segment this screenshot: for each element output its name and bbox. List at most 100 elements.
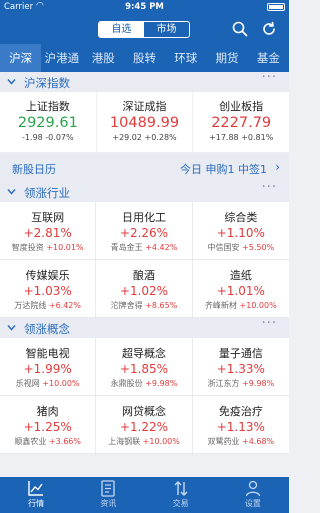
tab-futures[interactable]: 期货 [206, 44, 247, 72]
ipo-calendar-row[interactable]: 新股日历 今日 申购1 中签1 › [0, 154, 289, 182]
leading-stock-name: 顺鑫农业 [14, 437, 47, 446]
segment-watchlist[interactable]: 自选 [99, 22, 144, 37]
concept-pct: +1.85% [119, 362, 169, 376]
bottom-tab-market[interactable]: 行情 [0, 477, 72, 513]
tab-shanghai-shenzhen[interactable]: 沪深 [0, 44, 42, 72]
leading-stock-name: 齐峰新材 [204, 301, 237, 310]
search-icon[interactable] [231, 20, 249, 38]
index-name: 深证成指 [122, 100, 167, 113]
index-change-points: +17.88 [209, 133, 239, 142]
industry-grid: 互联网 +2.81% 智度投资 +10.01% 日用化工 +2.26% 青岛金王… [0, 202, 289, 318]
sector-card[interactable]: 造纸 +1.01% 齐峰新材 +10.00% [192, 260, 289, 318]
sector-card[interactable]: 互联网 +2.81% 智度投资 +10.01% [0, 202, 97, 260]
ipo-calendar-label: 新股日历 [12, 163, 56, 176]
sector-name: 互联网 [31, 211, 65, 224]
leading-stock-pct: +9.98% [242, 379, 275, 388]
sector-card[interactable]: 日用化工 +2.26% 青岛金王 +4.42% [96, 202, 193, 260]
sector-pct: +1.10% [216, 226, 265, 240]
bottom-tab-label: 行情 [28, 499, 45, 508]
concept-name: 免疫治疗 [218, 405, 263, 418]
bottom-tab-label: 交易 [172, 499, 189, 508]
sector-name: 日用化工 [121, 211, 166, 224]
chevron-down-icon [7, 189, 16, 195]
concept-card[interactable]: 超导概念 +1.85% 永鼎股份 +9.98% [96, 338, 193, 396]
leading-stock: 上海钢联 +10.00% [96, 436, 191, 447]
chevron-down-icon [7, 79, 16, 85]
leading-stock-pct: +5.50% [242, 243, 275, 252]
bottom-tab-label: 设置 [244, 499, 261, 508]
refresh-icon[interactable] [260, 20, 278, 38]
tab-global[interactable]: 环球 [165, 44, 206, 72]
leading-stock: 永鼎股份 +9.98% [96, 378, 191, 389]
bottom-tab-news[interactable]: 资讯 [72, 477, 144, 513]
segment-market[interactable]: 市场 [144, 22, 189, 37]
clock: 9:45 PM [125, 2, 164, 12]
index-change-points: +29.02 [112, 133, 142, 142]
section-title: 领涨概念 [24, 322, 70, 336]
leading-stock-pct: +4.42% [145, 243, 178, 252]
leading-stock-name: 上海钢联 [108, 437, 141, 446]
section-header-industries[interactable]: 领涨行业 ··· [0, 180, 289, 202]
more-icon[interactable]: ··· [262, 72, 277, 85]
bottom-tab-label: 资讯 [100, 499, 117, 508]
bottom-tab-bar: 行情 资讯 交易 设置 [0, 477, 289, 513]
index-name: 创业板指 [219, 100, 264, 113]
nav-bar: 自选 市场 [0, 14, 289, 44]
leading-stock-pct: +10.00% [142, 437, 180, 446]
concept-name: 网贷概念 [121, 405, 166, 418]
sector-name: 综合类 [224, 211, 258, 224]
tab-funds[interactable]: 基金 [248, 44, 289, 72]
concept-name: 超导概念 [121, 347, 166, 360]
chevron-down-icon [7, 325, 16, 331]
leading-stock-name: 万达院线 [14, 301, 47, 310]
battery-icon [267, 3, 285, 11]
index-change: -1.98 -0.07% [0, 133, 96, 142]
section-header-concepts[interactable]: 领涨概念 ··· [0, 316, 289, 338]
sector-pct: +2.26% [119, 226, 169, 240]
ipo-calendar-info: 今日 申购1 中签1 [180, 163, 267, 176]
leading-stock-name: 青岛金王 [110, 243, 143, 252]
concept-card[interactable]: 猪肉 +1.25% 顺鑫农业 +3.66% [0, 396, 97, 454]
leading-stock-name: 中信国安 [207, 243, 240, 252]
tab-stock-connect[interactable]: 沪港通 [41, 44, 82, 72]
leading-stock-name: 双鹭药业 [207, 437, 240, 446]
sector-name: 酿酒 [132, 269, 155, 282]
index-card-shanghai[interactable]: 上证指数 2929.61 -1.98 -0.07% [0, 92, 96, 152]
concept-card[interactable]: 网贷概念 +1.22% 上海钢联 +10.00% [96, 396, 193, 454]
tab-hk-stocks[interactable]: 港股 [83, 44, 124, 72]
sector-pct: +2.81% [23, 226, 72, 240]
chart-icon [28, 481, 44, 496]
sector-card[interactable]: 酿酒 +1.02% 沱牌舍得 +8.65% [96, 260, 193, 318]
concept-card[interactable]: 量子通信 +1.33% 浙江东方 +9.98% [192, 338, 289, 396]
bottom-tab-settings[interactable]: 设置 [217, 477, 289, 513]
index-value: 10489.99 [109, 115, 180, 131]
concept-pct: +1.22% [119, 420, 169, 434]
market-content: 沪深指数 ··· 上证指数 2929.61 -1.98 -0.07% 深证成指 … [0, 72, 289, 477]
index-card-shenzhen[interactable]: 深证成指 10489.99 +29.02 +0.28% [95, 92, 193, 152]
concept-name: 猪肉 [36, 405, 59, 418]
index-change-pct: -0.07% [45, 133, 74, 142]
sector-pct: +1.01% [216, 284, 265, 298]
more-icon[interactable]: ··· [262, 316, 277, 331]
leading-stock: 智度投资 +10.01% [0, 242, 95, 253]
leading-stock: 齐峰新材 +10.00% [193, 300, 289, 311]
leading-stock-pct: +8.65% [145, 301, 178, 310]
sector-card[interactable]: 综合类 +1.10% 中信国安 +5.50% [192, 202, 289, 260]
index-card-chinext[interactable]: 创业板指 2227.79 +17.88 +0.81% [192, 92, 289, 152]
index-change-pct: +0.81% [241, 133, 274, 142]
sector-card[interactable]: 传媒娱乐 +1.03% 万达院线 +6.42% [0, 260, 97, 318]
leading-stock-pct: +10.01% [46, 243, 84, 252]
concept-card[interactable]: 免疫治疗 +1.13% 双鹭药业 +4.68% [192, 396, 289, 454]
concept-card[interactable]: 智能电视 +1.99% 乐视网 +10.00% [0, 338, 97, 396]
leading-stock-name: 智度投资 [11, 243, 44, 252]
sector-name: 传媒娱乐 [25, 269, 70, 282]
tab-neeq[interactable]: 股转 [124, 44, 165, 72]
bottom-tab-trade[interactable]: 交易 [145, 477, 217, 513]
leading-stock-pct: +10.00% [239, 301, 277, 310]
sector-name: 造纸 [229, 269, 252, 282]
concept-pct: +1.33% [216, 362, 265, 376]
more-icon[interactable]: ··· [262, 180, 277, 195]
section-header-indices[interactable]: 沪深指数 ··· [0, 72, 289, 92]
leading-stock-name: 乐视网 [15, 379, 40, 388]
leading-stock: 顺鑫农业 +3.66% [0, 436, 95, 447]
